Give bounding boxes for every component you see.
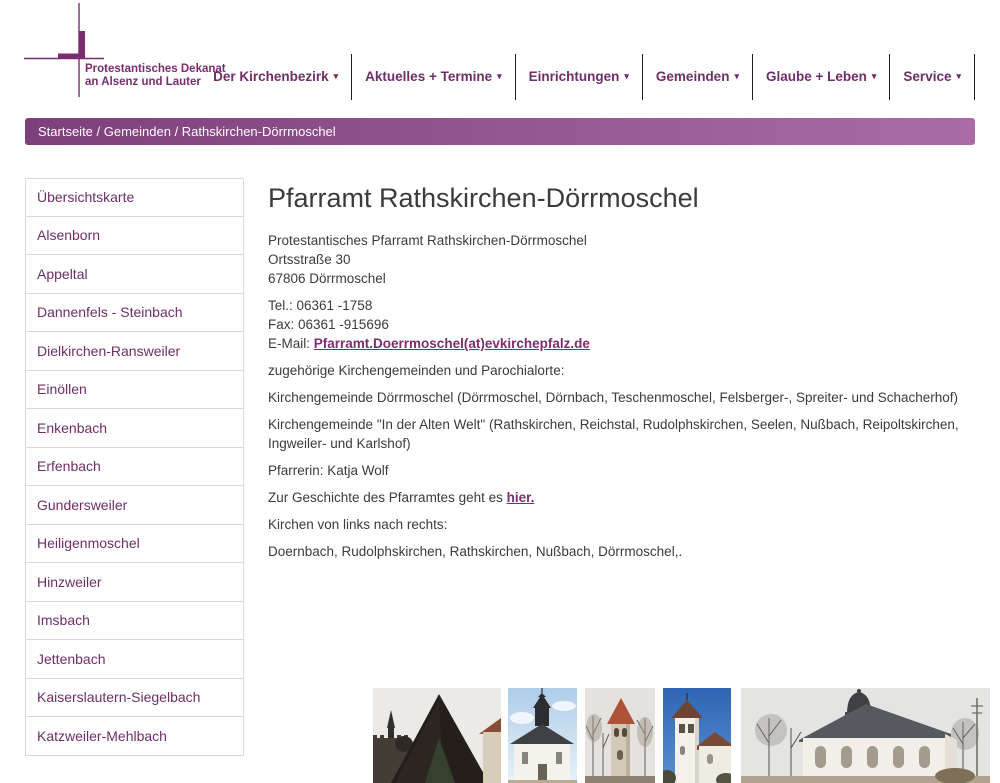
sidebar-item-heiligenmoschel[interactable]: Heiligenmoschel: [25, 525, 244, 564]
sidebar-item-uebersichtskarte[interactable]: Übersichtskarte: [25, 178, 244, 217]
churches-caption: Kirchen von links nach rechts:: [268, 515, 980, 534]
history-text: Zur Geschichte des Pfarramtes geht es: [268, 490, 507, 505]
sidebar-item-enkenbach[interactable]: Enkenbach: [25, 409, 244, 448]
church-photo-rudolphskirchen[interactable]: [508, 688, 577, 783]
church-photo-nussbach[interactable]: [663, 688, 731, 783]
nav-item-einrichtungen[interactable]: Einrichtungen ▾: [516, 69, 642, 84]
sidebar-item-einoellen[interactable]: Einöllen: [25, 371, 244, 410]
church-photo-doerrmoschel[interactable]: [741, 688, 990, 783]
phone-number: Tel.: 06361 -1758: [268, 298, 372, 313]
doerrmoschel-church-image: [741, 688, 990, 783]
nav-item-aktuelles-termine[interactable]: Aktuelles + Termine ▾: [352, 69, 514, 84]
sidebar-item-imsbach[interactable]: Imsbach: [25, 602, 244, 641]
sidebar-item-alsenborn[interactable]: Alsenborn: [25, 217, 244, 256]
chevron-down-icon: ▾: [956, 71, 961, 82]
chevron-down-icon: ▾: [734, 71, 739, 82]
churches-list: Doernbach, Rudolphskirchen, Rathskirchen…: [268, 542, 980, 561]
rathskirchen-church-image: [585, 688, 655, 783]
sidebar-item-kaiserslautern-siegelbach[interactable]: Kaiserslautern-Siegelbach: [25, 679, 244, 718]
parish-in-der-alten-welt: Kirchengemeinde "In der Alten Welt" (Rat…: [268, 415, 980, 453]
address-line: Ortsstraße 30: [268, 252, 351, 267]
sidebar-item-dielkirchen-ransweiler[interactable]: Dielkirchen-Ransweiler: [25, 332, 244, 371]
history-sentence: Zur Geschichte des Pfarramtes geht es hi…: [268, 488, 980, 507]
sidebar-gemeinden-list: Übersichtskarte Alsenborn Appeltal Danne…: [25, 178, 244, 756]
chevron-down-icon: ▾: [497, 71, 502, 82]
nussbach-church-image: [663, 688, 731, 783]
main-content: Pfarramt Rathskirchen-Dörrmoschel Protes…: [268, 170, 980, 569]
parishes-intro: zugehörige Kirchengemeinden und Parochia…: [268, 361, 980, 380]
address-line: 67806 Dörrmoschel: [268, 271, 386, 286]
nav-item-der-kirchenbezirk[interactable]: Der Kirchenbezirk ▾: [200, 69, 351, 84]
sidebar-item-jettenbach[interactable]: Jettenbach: [25, 640, 244, 679]
address-block: Protestantisches Pfarramt Rathskirchen-D…: [268, 231, 980, 288]
church-photo-rathskirchen[interactable]: [585, 688, 655, 783]
fax-number: Fax: 06361 -915696: [268, 317, 389, 332]
breadcrumb[interactable]: Startseite / Gemeinden / Rathskirchen-Dö…: [25, 118, 975, 145]
nav-item-gemeinden[interactable]: Gemeinden ▾: [643, 69, 752, 84]
chevron-down-icon: ▾: [624, 71, 629, 82]
church-photo-doernbach[interactable]: [373, 688, 501, 783]
address-line: Protestantisches Pfarramt Rathskirchen-D…: [268, 233, 587, 248]
nav-divider: [974, 54, 975, 100]
nav-label: Glaube + Leben: [766, 69, 867, 84]
chevron-down-icon: ▾: [872, 71, 877, 82]
nav-label: Gemeinden: [656, 69, 730, 84]
top-navigation: Der Kirchenbezirk ▾ Aktuelles + Termine …: [200, 53, 975, 100]
page-title: Pfarramt Rathskirchen-Dörrmoschel: [268, 183, 980, 214]
email-link[interactable]: Pfarramt.Doerrmoschel(at)evkirchepfalz.d…: [314, 336, 590, 351]
sidebar-item-gundersweiler[interactable]: Gundersweiler: [25, 486, 244, 525]
doernbach-church-image: [373, 688, 501, 783]
sidebar-item-appeltal[interactable]: Appeltal: [25, 255, 244, 294]
nav-item-service[interactable]: Service ▾: [890, 69, 974, 84]
parish-doerrmoschel: Kirchengemeinde Dörrmoschel (Dörrmoschel…: [268, 388, 980, 407]
rudolphskirchen-church-image: [508, 688, 577, 783]
nav-item-glaube-leben[interactable]: Glaube + Leben ▾: [753, 69, 889, 84]
nav-label: Einrichtungen: [529, 69, 620, 84]
history-link[interactable]: hier.: [507, 490, 535, 505]
nav-label: Aktuelles + Termine: [365, 69, 492, 84]
nav-label: Service: [903, 69, 951, 84]
pastor-name: Pfarrerin: Katja Wolf: [268, 461, 980, 480]
contact-block: Tel.: 06361 -1758 Fax: 06361 -915696 E-M…: [268, 296, 980, 353]
email-label: E-Mail:: [268, 336, 314, 351]
sidebar-item-dannenfels-steinbach[interactable]: Dannenfels - Steinbach: [25, 294, 244, 333]
sidebar-item-erfenbach[interactable]: Erfenbach: [25, 448, 244, 487]
sidebar-item-hinzweiler[interactable]: Hinzweiler: [25, 563, 244, 602]
nav-label: Der Kirchenbezirk: [213, 69, 329, 84]
chevron-down-icon: ▾: [334, 71, 339, 82]
